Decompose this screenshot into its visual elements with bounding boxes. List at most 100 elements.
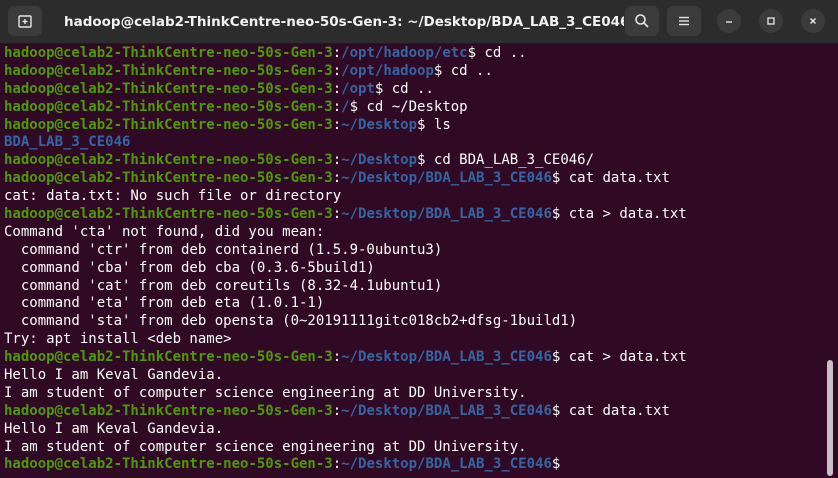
command-text: cat > data.txt bbox=[568, 349, 687, 366]
prompt-line: hadoop@celab2-ThinkCentre-neo-50s-Gen-3:… bbox=[4, 45, 687, 63]
prompt-separator: : bbox=[332, 170, 342, 187]
prompt-separator: : bbox=[332, 206, 342, 223]
prompt-path: ~/Desktop/BDA_LAB_3_CE046 bbox=[341, 402, 552, 419]
output-line: Hello I am Keval Gandevia. bbox=[4, 421, 687, 439]
output-text: Hello I am Keval Gandevia. bbox=[4, 367, 224, 384]
prompt-separator: : bbox=[332, 98, 342, 115]
prompt-line: hadoop@celab2-ThinkCentre-neo-50s-Gen-3:… bbox=[4, 456, 687, 474]
close-button[interactable] bbox=[801, 9, 825, 33]
output-line: I am student of computer science enginee… bbox=[4, 439, 687, 457]
minimize-button[interactable] bbox=[717, 9, 741, 33]
title-bar: hadoop@celab2-ThinkCentre-neo-50s-Gen-3:… bbox=[0, 0, 838, 44]
prompt-symbol: $ bbox=[417, 152, 434, 169]
maximize-icon bbox=[766, 16, 776, 26]
maximize-button[interactable] bbox=[759, 9, 783, 33]
prompt-path: /opt/hadoop bbox=[341, 62, 434, 79]
output-text: Command 'cta' not found, did you mean: bbox=[4, 223, 325, 240]
close-icon bbox=[808, 16, 818, 26]
prompt-line: hadoop@celab2-ThinkCentre-neo-50s-Gen-3:… bbox=[4, 403, 687, 421]
window-title: hadoop@celab2-ThinkCentre-neo-50s-Gen-3:… bbox=[64, 14, 624, 30]
prompt-line: hadoop@celab2-ThinkCentre-neo-50s-Gen-3:… bbox=[4, 81, 687, 99]
output-text: I am student of computer science enginee… bbox=[4, 384, 527, 401]
prompt-line: hadoop@celab2-ThinkCentre-neo-50s-Gen-3:… bbox=[4, 117, 687, 135]
prompt-symbol: $ bbox=[551, 402, 569, 419]
output-line: command 'cat' from deb coreutils (8.32-4… bbox=[4, 278, 687, 296]
output-text: cat: data.txt: No such file or directory bbox=[4, 188, 342, 205]
prompt-symbol: $ bbox=[349, 98, 367, 115]
output-text: I am student of computer science enginee… bbox=[4, 438, 527, 455]
output-text: command 'sta' from deb opensta (0~201911… bbox=[4, 313, 578, 330]
menu-button[interactable] bbox=[667, 6, 701, 36]
prompt-line: hadoop@celab2-ThinkCentre-neo-50s-Gen-3:… bbox=[4, 349, 687, 367]
command-text: ls bbox=[433, 116, 451, 133]
prompt-user-host: hadoop@celab2-ThinkCentre-neo-50s-Gen-3 bbox=[4, 456, 333, 473]
prompt-separator: : bbox=[332, 62, 342, 79]
prompt-path: ~/Desktop/BDA_LAB_3_CE046 bbox=[341, 349, 552, 366]
output-line: command 'eta' from deb eta (1.0.1-1) bbox=[4, 295, 687, 313]
prompt-path: / bbox=[341, 98, 350, 115]
prompt-separator: : bbox=[332, 152, 342, 169]
output-line: Command 'cta' not found, did you mean: bbox=[4, 224, 687, 242]
command-text: cd .. bbox=[391, 80, 434, 97]
new-tab-icon bbox=[17, 13, 33, 29]
prompt-user-host: hadoop@celab2-ThinkCentre-neo-50s-Gen-3 bbox=[4, 349, 333, 366]
prompt-separator: : bbox=[332, 80, 342, 97]
prompt-path: ~/Desktop/BDA_LAB_3_CE046 bbox=[341, 206, 552, 223]
scrollbar-thumb[interactable] bbox=[827, 360, 833, 476]
prompt-path: /opt bbox=[341, 80, 375, 97]
command-text: cd .. bbox=[450, 62, 493, 79]
prompt-symbol: $ bbox=[417, 116, 434, 133]
output-line: cat: data.txt: No such file or directory bbox=[4, 188, 687, 206]
prompt-symbol: $ bbox=[374, 80, 392, 97]
prompt-separator: : bbox=[332, 116, 342, 133]
search-button[interactable] bbox=[625, 6, 659, 36]
output-text: command 'eta' from deb eta (1.0.1-1) bbox=[4, 295, 325, 312]
command-text: cta > data.txt bbox=[568, 206, 687, 223]
prompt-separator: : bbox=[332, 45, 342, 61]
prompt-separator: : bbox=[332, 456, 342, 473]
prompt-symbol: $ bbox=[551, 456, 569, 473]
output-line: Hello I am Keval Gandevia. bbox=[4, 367, 687, 385]
terminal-scrollbar[interactable] bbox=[822, 44, 838, 478]
command-text: cd ~/Desktop bbox=[366, 98, 468, 115]
prompt-user-host: hadoop@celab2-ThinkCentre-neo-50s-Gen-3 bbox=[4, 152, 333, 169]
prompt-symbol: $ bbox=[433, 62, 451, 79]
prompt-separator: : bbox=[332, 349, 342, 366]
prompt-line: hadoop@celab2-ThinkCentre-neo-50s-Gen-3:… bbox=[4, 99, 687, 117]
hamburger-menu-icon bbox=[677, 14, 691, 28]
prompt-path: ~/Desktop/BDA_LAB_3_CE046 bbox=[341, 456, 552, 473]
output-text: command 'cba' from deb cba (0.3.6-5build… bbox=[4, 259, 375, 276]
prompt-line: hadoop@celab2-ThinkCentre-neo-50s-Gen-3:… bbox=[4, 170, 687, 188]
prompt-path: ~/Desktop/BDA_LAB_3_CE046 bbox=[341, 170, 552, 187]
prompt-line: hadoop@celab2-ThinkCentre-neo-50s-Gen-3:… bbox=[4, 206, 687, 224]
output-line: Try: apt install <deb name> bbox=[4, 331, 687, 349]
terminal-window: hadoop@celab2-ThinkCentre-neo-50s-Gen-3:… bbox=[0, 0, 838, 478]
directory-name: BDA_LAB_3_CE046 bbox=[4, 134, 131, 151]
prompt-user-host: hadoop@celab2-ThinkCentre-neo-50s-Gen-3 bbox=[4, 80, 333, 97]
prompt-user-host: hadoop@celab2-ThinkCentre-neo-50s-Gen-3 bbox=[4, 62, 333, 79]
terminal-output[interactable]: hadoop@celab2-ThinkCentre-neo-50s-Gen-3:… bbox=[0, 44, 822, 478]
search-icon bbox=[634, 13, 650, 29]
prompt-line: hadoop@celab2-ThinkCentre-neo-50s-Gen-3:… bbox=[4, 152, 687, 170]
prompt-line: hadoop@celab2-ThinkCentre-neo-50s-Gen-3:… bbox=[4, 63, 687, 81]
new-tab-button[interactable] bbox=[8, 6, 42, 36]
command-text: cd BDA_LAB_3_CE046/ bbox=[433, 152, 595, 169]
prompt-user-host: hadoop@celab2-ThinkCentre-neo-50s-Gen-3 bbox=[4, 206, 333, 223]
prompt-user-host: hadoop@celab2-ThinkCentre-neo-50s-Gen-3 bbox=[4, 116, 333, 133]
output-text: command 'ctr' from deb containerd (1.5.9… bbox=[4, 241, 443, 258]
prompt-user-host: hadoop@celab2-ThinkCentre-neo-50s-Gen-3 bbox=[4, 402, 333, 419]
prompt-symbol: $ bbox=[551, 206, 569, 223]
prompt-symbol: $ bbox=[551, 170, 569, 187]
output-line: command 'cba' from deb cba (0.3.6-5build… bbox=[4, 260, 687, 278]
terminal-lines: hadoop@celab2-ThinkCentre-neo-50s-Gen-3:… bbox=[4, 45, 687, 474]
command-text: cd .. bbox=[484, 45, 527, 61]
prompt-user-host: hadoop@celab2-ThinkCentre-neo-50s-Gen-3 bbox=[4, 45, 333, 61]
output-line: command 'ctr' from deb containerd (1.5.9… bbox=[4, 242, 687, 260]
prompt-symbol: $ bbox=[467, 45, 485, 61]
output-text: Hello I am Keval Gandevia. bbox=[4, 420, 224, 437]
prompt-symbol: $ bbox=[551, 349, 569, 366]
prompt-separator: : bbox=[332, 402, 342, 419]
output-text: Try: apt install <deb name> bbox=[4, 331, 232, 348]
prompt-path: ~/Desktop bbox=[341, 116, 418, 133]
output-text: command 'cat' from deb coreutils (8.32-4… bbox=[4, 277, 443, 294]
